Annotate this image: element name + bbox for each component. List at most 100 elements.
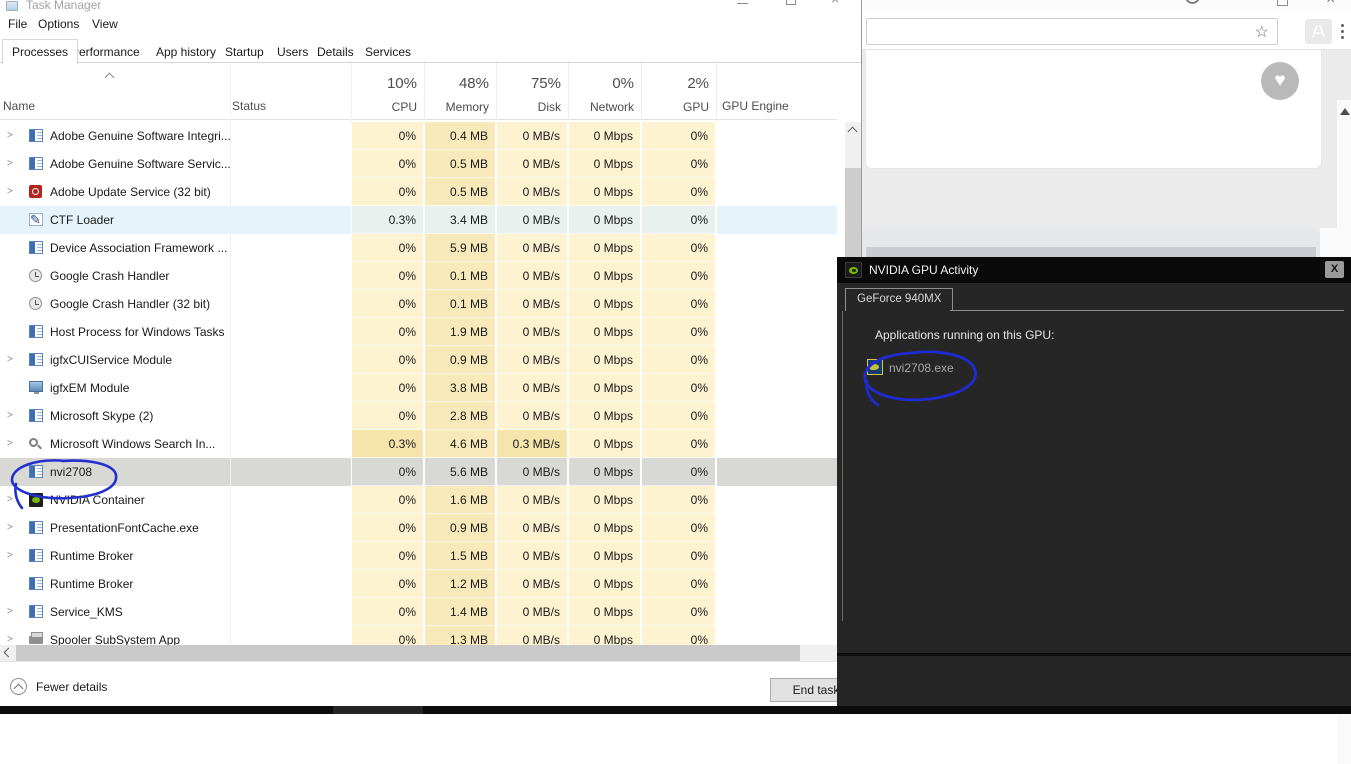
- vertical-scroll-thumb[interactable]: [845, 168, 861, 268]
- windows-taskbar[interactable]: [0, 706, 1351, 714]
- process-row[interactable]: >PresentationFontCache.exe0%0.9 MB0 MB/s…: [0, 514, 837, 542]
- process-row[interactable]: >Adobe Genuine Software Servic...0%0.5 M…: [0, 150, 837, 178]
- restore-window-icon[interactable]: [1277, 0, 1288, 6]
- expand-chevron-icon[interactable]: >: [7, 346, 13, 374]
- heart-icon[interactable]: ♥: [1261, 62, 1299, 100]
- expand-chevron-icon[interactable]: >: [7, 542, 13, 570]
- menu-file[interactable]: File: [8, 17, 27, 31]
- process-name-cell[interactable]: >Microsoft Skype (2): [0, 402, 230, 430]
- process-name-cell[interactable]: CTF Loader: [0, 206, 230, 234]
- expand-chevron-icon[interactable]: >: [7, 178, 13, 206]
- process-row[interactable]: >Adobe Genuine Software Integri...0%0.4 …: [0, 122, 837, 150]
- process-row[interactable]: CTF Loader0.3%3.4 MB0 MB/s0 Mbps0%: [0, 206, 837, 234]
- process-name-cell[interactable]: nvi2708: [0, 458, 230, 486]
- process-name-cell[interactable]: Device Association Framework ...: [0, 234, 230, 262]
- disk-cell: 0 MB/s: [496, 570, 568, 598]
- expand-chevron-icon[interactable]: >: [7, 598, 13, 626]
- header-gpu[interactable]: 2% GPU: [641, 63, 716, 120]
- expand-chevron-icon[interactable]: >: [7, 122, 13, 150]
- process-row[interactable]: >NVIDIA Container0%1.6 MB0 MB/s0 Mbps0%: [0, 486, 837, 514]
- minimize-icon[interactable]: [737, 0, 748, 4]
- tab-startup[interactable]: Startup: [216, 42, 273, 63]
- cpu-cell: 0%: [351, 486, 424, 514]
- close-icon[interactable]: ×: [831, 0, 839, 7]
- tab-app-history[interactable]: App history: [147, 42, 225, 63]
- process-name-cell[interactable]: Host Process for Windows Tasks: [0, 318, 230, 346]
- process-row[interactable]: >Microsoft Skype (2)0%2.8 MB0 MB/s0 Mbps…: [0, 402, 837, 430]
- nvidia-close-button[interactable]: X: [1325, 261, 1344, 278]
- mem-cell: 0.9 MB: [424, 514, 496, 542]
- scroll-up-icon[interactable]: [848, 127, 858, 137]
- browser-menu-icon[interactable]: [1341, 24, 1344, 27]
- process-name-cell[interactable]: >Adobe Genuine Software Servic...: [0, 150, 230, 178]
- address-bar[interactable]: ☆: [866, 18, 1278, 45]
- net-cell: 0 Mbps: [568, 290, 641, 318]
- header-status[interactable]: Status: [232, 99, 266, 113]
- net-cell: 0 Mbps: [568, 150, 641, 178]
- process-row[interactable]: Runtime Broker0%1.2 MB0 MB/s0 Mbps0%: [0, 570, 837, 598]
- expand-chevron-icon[interactable]: >: [7, 626, 13, 645]
- process-row[interactable]: Google Crash Handler (32 bit)0%0.1 MB0 M…: [0, 290, 837, 318]
- process-name-cell[interactable]: >Adobe Update Service (32 bit): [0, 178, 230, 206]
- header-gpu-engine[interactable]: GPU Engine: [722, 99, 789, 113]
- process-name-label: PresentationFontCache.exe: [50, 521, 199, 535]
- process-name-cell[interactable]: Google Crash Handler (32 bit): [0, 290, 230, 318]
- process-name-cell[interactable]: >igfxCUIService Module: [0, 346, 230, 374]
- tab-services[interactable]: Services: [356, 42, 420, 63]
- process-row[interactable]: >igfxCUIService Module0%0.9 MB0 MB/s0 Mb…: [0, 346, 837, 374]
- process-row[interactable]: >Microsoft Windows Search In...0.3%4.6 M…: [0, 430, 837, 458]
- mem-cell: 5.9 MB: [424, 234, 496, 262]
- gpu-cell: 0%: [641, 374, 716, 402]
- process-row[interactable]: nvi27080%5.6 MB0 MB/s0 Mbps0%: [0, 458, 837, 486]
- process-row[interactable]: Google Crash Handler0%0.1 MB0 MB/s0 Mbps…: [0, 262, 837, 290]
- expand-chevron-icon[interactable]: >: [7, 486, 13, 514]
- adobe-extension-icon[interactable]: [1305, 19, 1332, 44]
- process-name-cell[interactable]: igfxEM Module: [0, 374, 230, 402]
- tab-geforce-940mx[interactable]: GeForce 940MX: [845, 288, 953, 311]
- maximize-icon[interactable]: [786, 0, 796, 5]
- process-row[interactable]: Host Process for Windows Tasks0%1.9 MB0 …: [0, 318, 837, 346]
- chevron-up-circle-icon: [10, 678, 27, 695]
- taskbar-app-segment[interactable]: [333, 706, 423, 714]
- status-cell: [230, 122, 351, 150]
- bookmark-star-icon[interactable]: ☆: [1255, 22, 1269, 42]
- process-name-cell[interactable]: Runtime Broker: [0, 570, 230, 598]
- process-row[interactable]: >Runtime Broker0%1.5 MB0 MB/s0 Mbps0%: [0, 542, 837, 570]
- expand-chevron-icon[interactable]: >: [7, 430, 13, 458]
- reload-icon[interactable]: [1185, 0, 1200, 4]
- expand-chevron-icon[interactable]: >: [7, 514, 13, 542]
- process-name-cell[interactable]: >Runtime Broker: [0, 542, 230, 570]
- process-name-cell[interactable]: > PresentationFontCache.exe: [0, 514, 230, 542]
- nvidia-titlebar[interactable]: NVIDIA GPU Activity X: [837, 257, 1351, 283]
- tab-processes[interactable]: Processes: [2, 39, 78, 64]
- process-row[interactable]: igfxEM Module0%3.8 MB0 MB/s0 Mbps0%: [0, 374, 837, 402]
- scroll-left-icon[interactable]: [4, 648, 14, 658]
- menu-view[interactable]: View: [92, 17, 118, 31]
- process-name-cell[interactable]: Google Crash Handler: [0, 262, 230, 290]
- status-cell: [230, 570, 351, 598]
- close-window-icon[interactable]: ×: [1326, 0, 1335, 9]
- expand-chevron-icon[interactable]: >: [7, 402, 13, 430]
- horizontal-scrollbar[interactable]: [0, 645, 837, 661]
- process-name-cell[interactable]: >Service_KMS: [0, 598, 230, 626]
- tm-titlebar[interactable]: Task Manager ×: [0, 0, 861, 13]
- header-name[interactable]: Name: [3, 99, 35, 113]
- disk-cell: 0.3 MB/s: [496, 430, 568, 458]
- scroll-up-arrow-icon[interactable]: [1340, 108, 1350, 115]
- tab-details[interactable]: Details: [308, 42, 363, 63]
- process-row[interactable]: Device Association Framework ...0%5.9 MB…: [0, 234, 837, 262]
- process-name-cell[interactable]: >Adobe Genuine Software Integri...: [0, 122, 230, 150]
- pen-process-icon: [29, 213, 43, 226]
- gpu-engine-cell: [716, 290, 837, 318]
- process-name-cell[interactable]: >Microsoft Windows Search In...: [0, 430, 230, 458]
- process-row[interactable]: >Spooler SubSystem App0%1.3 MB0 MB/s0 Mb…: [0, 626, 837, 645]
- menu-options[interactable]: Options: [38, 17, 79, 31]
- process-name-cell[interactable]: >Spooler SubSystem App: [0, 626, 230, 645]
- gpu-cell: 0%: [641, 514, 716, 542]
- process-row[interactable]: >Adobe Update Service (32 bit)0%0.5 MB0 …: [0, 178, 837, 206]
- horizontal-scroll-thumb[interactable]: [16, 645, 800, 661]
- status-cell: [230, 626, 351, 645]
- process-name-cell[interactable]: >NVIDIA Container: [0, 486, 230, 514]
- expand-chevron-icon[interactable]: >: [7, 150, 13, 178]
- process-row[interactable]: >Service_KMS0%1.4 MB0 MB/s0 Mbps0%: [0, 598, 837, 626]
